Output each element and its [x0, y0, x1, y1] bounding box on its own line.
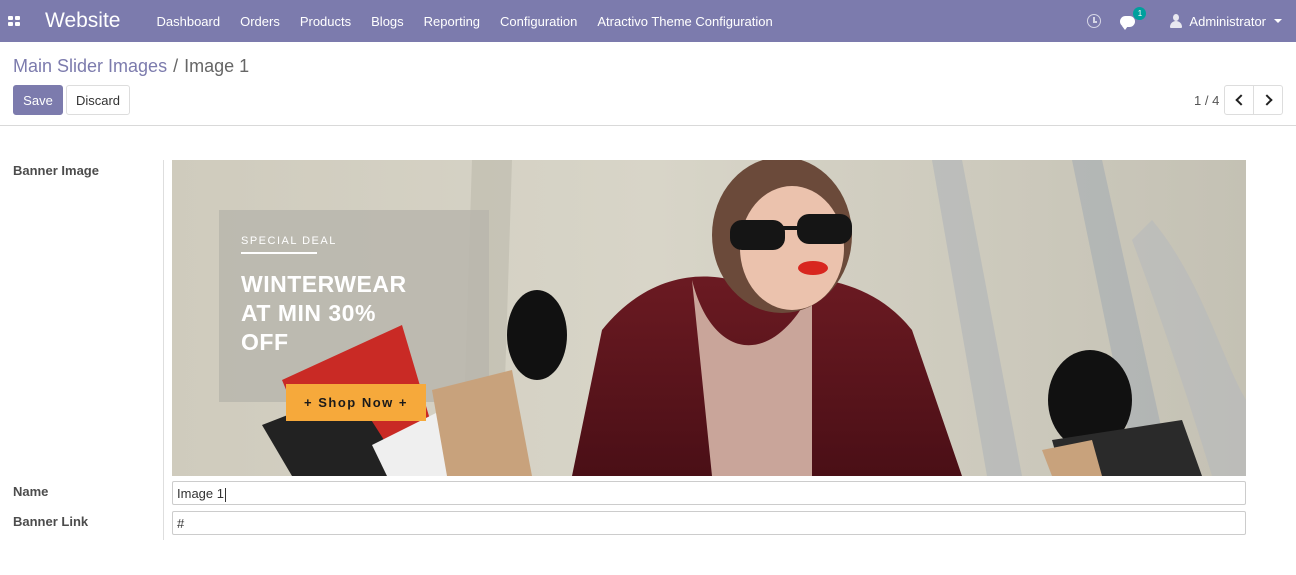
banner-kicker-underline — [241, 252, 317, 254]
banner-headline-line-3: OFF — [241, 329, 289, 355]
banner-headline: WINTERWEAR AT MIN 30% OFF — [241, 270, 407, 357]
chevron-left-icon — [1234, 94, 1247, 106]
text-cursor — [224, 487, 226, 502]
apps-menu-icon[interactable] — [1, 0, 27, 42]
chevron-right-icon — [1260, 94, 1273, 106]
banner-image-label: Banner Image — [13, 163, 99, 178]
menu-item-orders[interactable]: Orders — [240, 14, 280, 29]
banner-link-field-value: # — [177, 516, 185, 531]
banner-link-label: Banner Link — [13, 514, 89, 529]
breadcrumb-parent[interactable]: Main Slider Images — [13, 56, 167, 77]
top-navbar: Website Dashboard Orders Products Blogs … — [0, 0, 1296, 42]
banner-headline-line-1: WINTERWEAR — [241, 271, 407, 297]
pager-value[interactable]: 1 / 4 — [1194, 93, 1219, 108]
message-count-badge: 1 — [1133, 7, 1147, 20]
banner-image[interactable]: SPECIAL DEAL WINTERWEAR AT MIN 30% OFF +… — [172, 160, 1246, 476]
activity-clock-icon[interactable] — [1087, 14, 1102, 28]
navbar-systray: 1 Administrator — [1087, 0, 1296, 42]
discard-button[interactable]: Discard — [66, 85, 130, 115]
name-field[interactable]: Image 1 — [172, 481, 1246, 505]
banner-headline-line-2: AT MIN 30% — [241, 300, 376, 326]
name-label: Name — [13, 484, 49, 499]
breadcrumb-current: Image 1 — [184, 56, 250, 76]
label-column-divider — [163, 160, 164, 540]
save-button[interactable]: Save — [13, 85, 63, 115]
menu-item-configuration[interactable]: Configuration — [500, 14, 577, 29]
menu-item-atractivo-theme-configuration[interactable]: Atractivo Theme Configuration — [597, 14, 772, 29]
menu-item-blogs[interactable]: Blogs — [371, 14, 404, 29]
app-brand[interactable]: Website — [45, 9, 120, 33]
breadcrumb: Main Slider Images / Image 1 — [13, 56, 249, 77]
menu-item-products[interactable]: Products — [300, 14, 351, 29]
user-menu[interactable]: Administrator — [1170, 14, 1282, 29]
menu-item-reporting[interactable]: Reporting — [424, 14, 480, 29]
name-field-value: Image 1 — [177, 486, 224, 501]
breadcrumb-separator: / — [173, 56, 179, 76]
banner-link-field[interactable]: # — [172, 511, 1246, 535]
menu-item-dashboard[interactable]: Dashboard — [156, 14, 220, 29]
user-name: Administrator — [1189, 13, 1266, 29]
shop-now-button: + Shop Now + — [286, 384, 426, 421]
messaging-menu[interactable]: 1 — [1120, 7, 1147, 31]
main-menu: Dashboard Orders Products Blogs Reportin… — [156, 14, 792, 29]
pager-previous-button[interactable] — [1224, 85, 1254, 115]
control-panel-divider — [0, 125, 1296, 126]
user-avatar-icon — [1170, 14, 1183, 28]
pager-next-button[interactable] — [1253, 85, 1283, 115]
banner-kicker: SPECIAL DEAL — [241, 235, 337, 247]
caret-down-icon — [1274, 19, 1282, 23]
